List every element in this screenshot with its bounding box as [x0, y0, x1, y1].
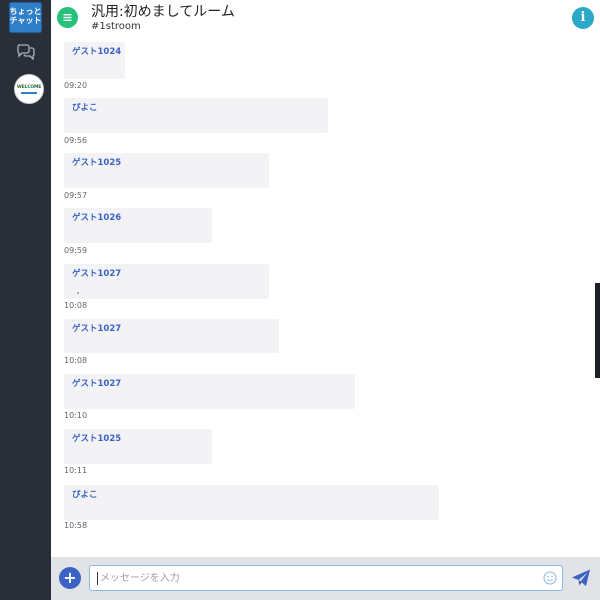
- info-icon: i: [580, 10, 586, 25]
- message-bubble: ゲスト1027: [64, 319, 279, 353]
- message-bubble: ゲスト1024: [64, 42, 125, 79]
- info-button[interactable]: i: [572, 7, 594, 29]
- message-bubble: ゲスト1025: [64, 429, 212, 464]
- message-author[interactable]: ゲスト1027: [72, 267, 121, 279]
- message-author[interactable]: ゲスト1025: [72, 156, 121, 168]
- scrollbar-thumb[interactable]: [595, 283, 600, 378]
- paper-plane-icon[interactable]: [571, 568, 591, 588]
- chat-bubbles-icon[interactable]: [16, 42, 36, 60]
- message-list[interactable]: ゲスト1024 09:20 ぴよこ 09:56 ゲスト1025 09:57 ゲス…: [51, 38, 600, 556]
- message-author[interactable]: ゲスト1025: [72, 432, 121, 444]
- message-time: 10:58: [64, 521, 88, 530]
- message-author[interactable]: ゲスト1024: [72, 45, 121, 57]
- logo-text-line-2: チャット: [9, 16, 42, 25]
- message-input-wrapper[interactable]: [89, 565, 563, 591]
- message-time: 09:59: [64, 246, 88, 255]
- add-attachment-button[interactable]: +: [59, 567, 81, 589]
- message-bubble: ぴよこ: [64, 485, 439, 520]
- app-logo[interactable]: ちょっと チャット: [9, 2, 42, 33]
- message-time: 10:10: [64, 411, 88, 420]
- message-text-dot: [77, 292, 79, 294]
- message-time: 10:08: [64, 356, 88, 365]
- channel-name: #1stroom: [91, 21, 141, 32]
- hamburger-icon: [63, 14, 72, 21]
- message-time: 10:11: [64, 466, 88, 475]
- message-author[interactable]: ゲスト1026: [72, 211, 121, 223]
- message-time: 10:08: [64, 301, 88, 310]
- room-avatar[interactable]: WELCOME: [14, 74, 44, 104]
- plus-icon: +: [63, 568, 77, 587]
- logo-text-line-1: ちょっと: [9, 7, 42, 16]
- message-bubble: ゲスト1026: [64, 208, 212, 243]
- sidebar: ちょっと チャット WELCOME: [0, 0, 51, 600]
- avatar-underline: [21, 92, 37, 94]
- room-title: 汎用:初めましてルーム: [91, 4, 235, 20]
- smiley-icon[interactable]: [543, 571, 557, 585]
- message-composer: +: [51, 557, 600, 600]
- message-author[interactable]: ゲスト1027: [72, 377, 121, 389]
- message-time: 09:57: [64, 191, 88, 200]
- message-bubble: ゲスト1025: [64, 153, 269, 188]
- menu-button[interactable]: [57, 7, 78, 28]
- message-time: 09:20: [64, 81, 88, 90]
- message-time: 09:56: [64, 136, 88, 145]
- message-bubble: ぴよこ: [64, 98, 328, 133]
- message-bubble: ゲスト1027: [64, 264, 269, 299]
- avatar-welcome-text: WELCOME: [16, 85, 42, 90]
- message-author[interactable]: ぴよこ: [72, 488, 98, 500]
- message-input[interactable]: [96, 569, 530, 587]
- message-author[interactable]: ぴよこ: [72, 101, 98, 113]
- message-author[interactable]: ゲスト1027: [72, 322, 121, 334]
- room-header: 汎用:初めましてルーム #1stroom i: [51, 0, 600, 39]
- message-bubble: ゲスト1027: [64, 374, 355, 409]
